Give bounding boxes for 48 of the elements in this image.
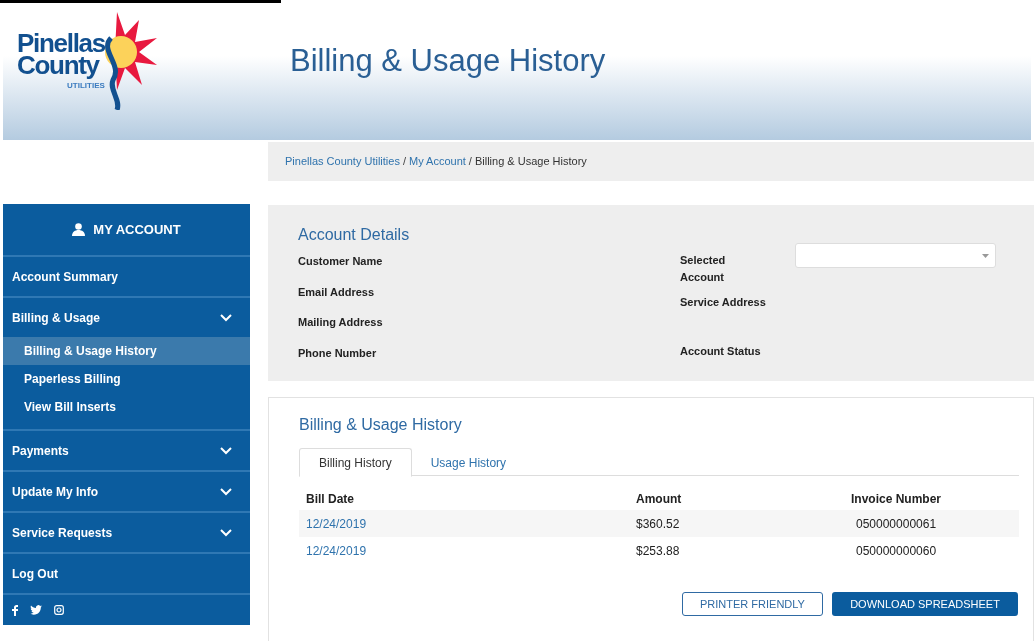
user-icon	[72, 223, 86, 236]
table-cell-text: 050000000061	[856, 515, 937, 533]
field-label: Selected Account	[680, 253, 727, 285]
column-header: Bill Date	[306, 491, 355, 508]
column-header: Amount	[636, 491, 683, 508]
chevron-down-icon	[220, 446, 232, 455]
bill-date-link[interactable]: 12/24/2019	[306, 541, 636, 560]
breadcrumb-separator: /	[468, 154, 472, 170]
twitter-icon[interactable]	[30, 605, 42, 615]
table-cell-text: 050000000060	[856, 542, 937, 560]
tab[interactable]: Billing History	[299, 448, 412, 477]
chevron-down-icon	[220, 528, 232, 537]
breadcrumb-link[interactable]: Pinellas County Utilities	[285, 153, 400, 170]
instagram-icon[interactable]	[54, 605, 64, 615]
sidebar-item[interactable]: Update My Info	[3, 472, 250, 511]
sidebar-header-text: MY ACCOUNT	[93, 220, 181, 239]
table-cell-text: $360.52	[636, 515, 681, 533]
tab[interactable]: Usage History	[411, 448, 526, 477]
sidebar-subitem[interactable]: Paperless Billing	[3, 365, 250, 393]
sidebar-item[interactable]: Payments	[3, 431, 250, 470]
field-label: Email Address	[298, 284, 375, 300]
printer-friendly-button[interactable]: PRINTER FRIENDLY	[682, 592, 823, 616]
field-label: Customer Name	[298, 254, 384, 269]
breadcrumb-link[interactable]: My Account	[409, 153, 466, 170]
sidebar-item[interactable]: Billing & Usage	[3, 298, 250, 337]
page-title: Billing & Usage History	[290, 41, 606, 80]
field-label: Phone Number	[298, 345, 378, 361]
field-label: Account Status	[680, 343, 762, 359]
bill-date-link[interactable]: 12/24/2019	[306, 514, 636, 533]
sidebar-item[interactable]: Log Out	[3, 554, 250, 593]
facebook-icon[interactable]	[12, 604, 18, 616]
field-label: Service Address	[680, 295, 767, 310]
caret-icon	[982, 253, 989, 258]
sidebar-item[interactable]: Account Summary	[3, 257, 250, 296]
sidebar-item[interactable]: Service Requests	[3, 513, 250, 552]
chevron-down-icon	[220, 487, 232, 496]
sidebar-subitem[interactable]: Billing & Usage History	[3, 337, 250, 365]
section-title: Account Details	[298, 225, 411, 245]
sidebar-subitem[interactable]: View Bill Inserts	[3, 393, 250, 421]
table-cell-text: $253.88	[636, 542, 681, 560]
download-spreadsheet-button[interactable]: DOWNLOAD SPREADSHEET	[832, 592, 1018, 616]
logo-text: UTILITIES	[67, 82, 105, 90]
breadcrumb-separator: /	[402, 154, 406, 170]
chevron-down-icon	[220, 313, 232, 322]
column-header: Invoice Number	[851, 491, 942, 508]
breadcrumb-current: Billing & Usage History	[474, 154, 587, 170]
section-title: Billing & Usage History	[299, 415, 463, 435]
field-label: Mailing Address	[298, 315, 384, 330]
